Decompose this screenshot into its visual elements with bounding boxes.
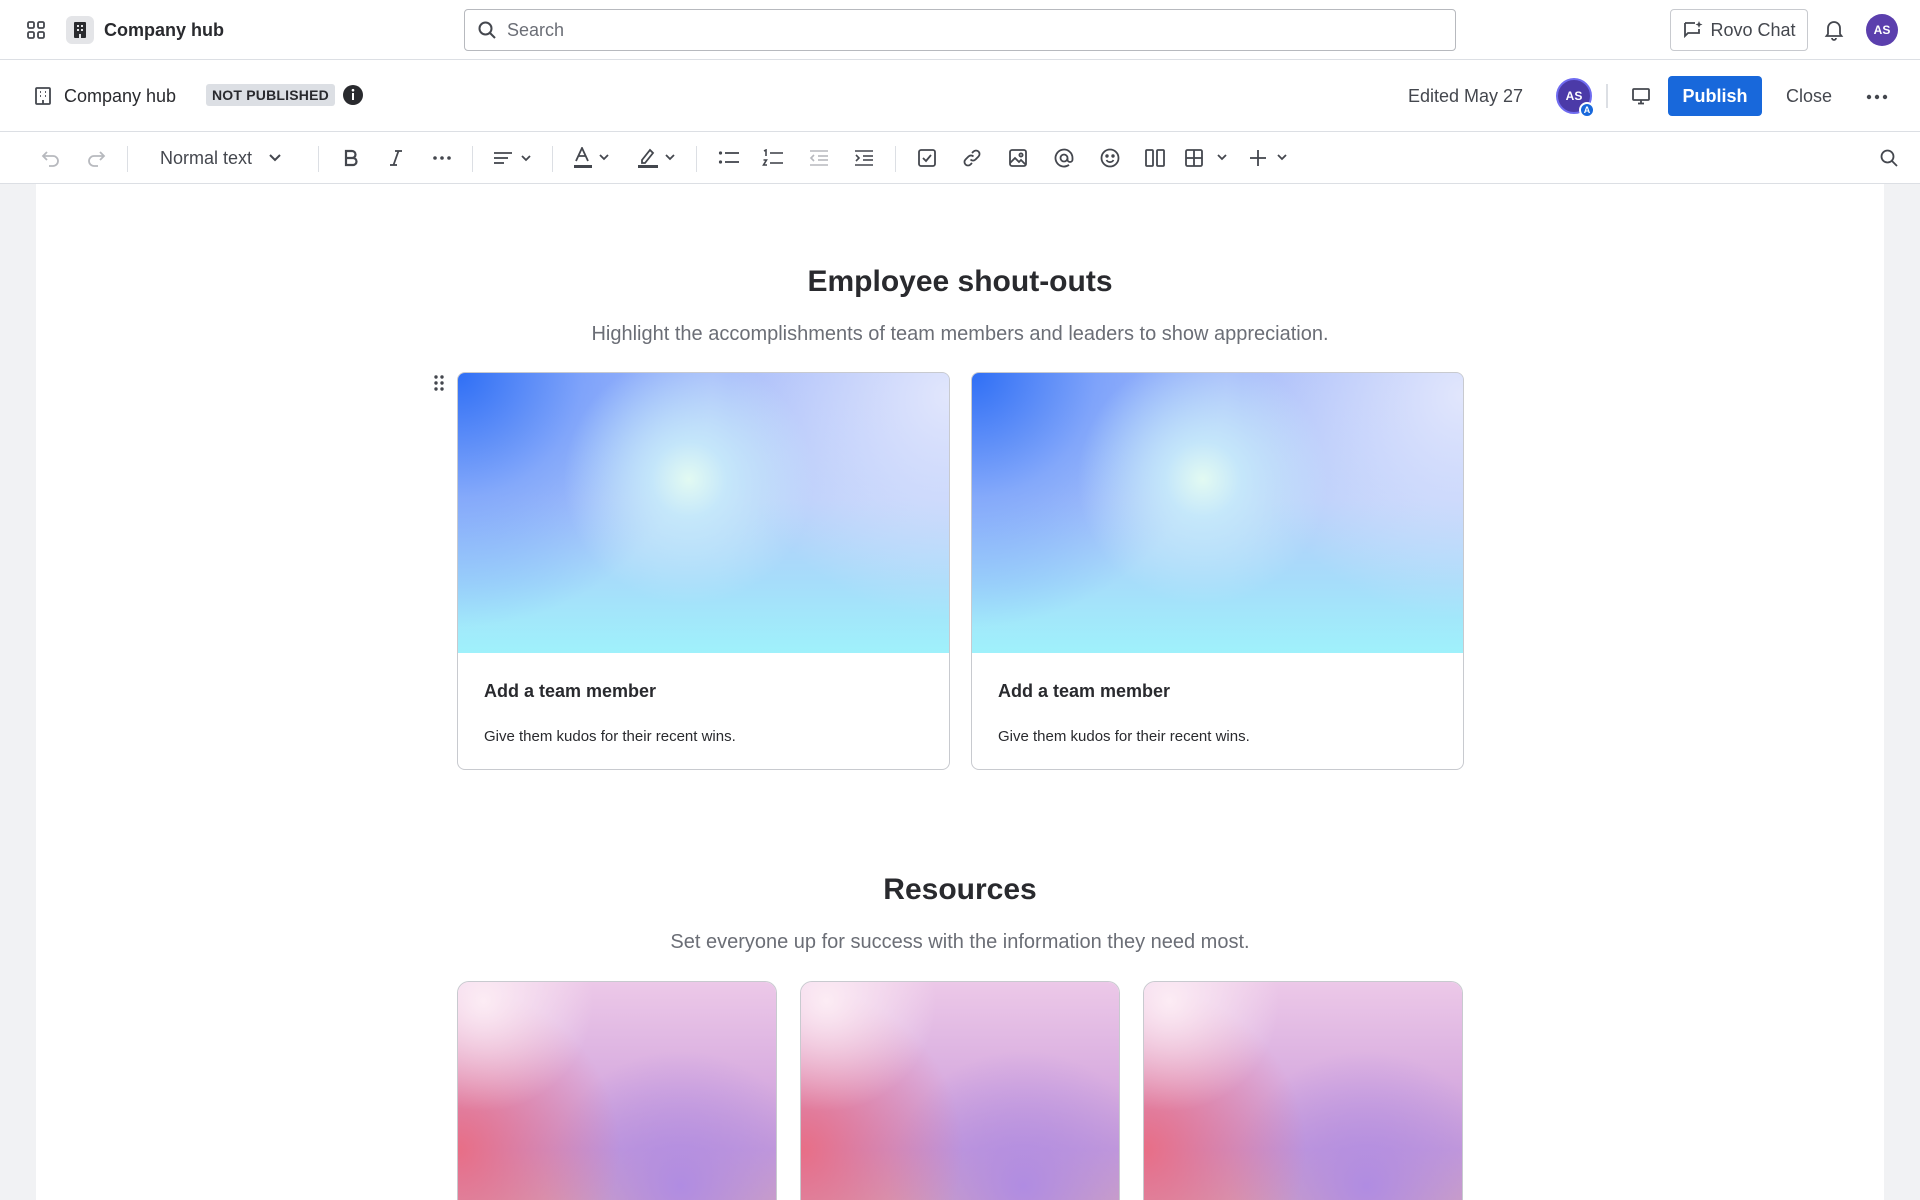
toolbar-divider	[696, 146, 697, 172]
rovo-chat-label: Rovo Chat	[1710, 19, 1796, 40]
rovo-chat-icon	[1682, 20, 1704, 40]
publish-button[interactable]: Publish	[1668, 76, 1762, 116]
indent-icon[interactable]	[851, 144, 877, 172]
numbered-list-icon[interactable]	[760, 144, 786, 172]
card-description: Give them kudos for their recent wins.	[998, 728, 1250, 745]
image-icon[interactable]	[1005, 144, 1031, 172]
mention-icon[interactable]	[1051, 144, 1077, 172]
drag-handle-icon[interactable]	[432, 374, 446, 392]
notifications-bell-icon[interactable]	[1820, 16, 1848, 44]
text-style-label: Normal text	[160, 147, 253, 168]
editor-toolbar: Normal text	[0, 132, 1920, 184]
toolbar-divider	[895, 146, 896, 172]
app-name: Company hub	[104, 19, 224, 40]
top-navigation: Company hub Rovo Chat AS	[0, 0, 1920, 60]
layouts-icon[interactable]	[1142, 144, 1168, 172]
text-color-icon[interactable]	[572, 144, 616, 172]
bullet-list-icon[interactable]	[716, 144, 742, 172]
outdent-icon[interactable]	[806, 144, 832, 172]
toolbar-divider	[552, 146, 553, 172]
card-cover-image	[458, 982, 776, 1200]
redo-icon[interactable]	[83, 144, 109, 172]
italic-icon[interactable]	[383, 144, 409, 172]
table-icon[interactable]	[1184, 144, 1230, 172]
undo-icon[interactable]	[38, 144, 64, 172]
info-icon[interactable]	[342, 84, 364, 106]
resource-card[interactable]	[1143, 981, 1463, 1200]
rovo-chat-button[interactable]: Rovo Chat	[1670, 9, 1808, 51]
link-icon[interactable]	[959, 144, 985, 172]
card-cover-image	[801, 982, 1119, 1200]
align-dropdown-icon[interactable]	[492, 144, 536, 172]
more-actions-icon[interactable]	[1862, 82, 1892, 112]
divider	[1606, 84, 1608, 108]
app-switcher-icon[interactable]	[22, 16, 50, 44]
shoutouts-heading: Employee shout-outs	[807, 265, 1113, 298]
emoji-icon[interactable]	[1097, 144, 1123, 172]
toolbar-divider	[127, 146, 128, 172]
breadcrumb-space-name: Company hub	[64, 85, 177, 106]
card-description: Give them kudos for their recent wins.	[484, 728, 736, 745]
task-checkbox-icon[interactable]	[914, 144, 940, 172]
preview-monitor-icon[interactable]	[1626, 80, 1656, 112]
find-icon[interactable]	[1876, 144, 1902, 172]
resource-card[interactable]	[457, 981, 777, 1200]
card-cover-image	[972, 373, 1463, 653]
page-header-bar: Company hub NOT PUBLISHED Edited May 27 …	[0, 60, 1920, 132]
shoutouts-subtitle: Highlight the accomplishments of team me…	[591, 323, 1329, 345]
resources-subtitle: Set everyone up for success with the inf…	[670, 931, 1250, 953]
card-title: Add a team member	[998, 681, 1171, 701]
breadcrumb[interactable]: Company hub	[34, 82, 176, 110]
toolbar-divider	[318, 146, 319, 172]
chevron-down-icon	[268, 153, 282, 163]
search-icon	[477, 20, 497, 40]
building-icon	[66, 16, 94, 44]
shoutout-card[interactable]: Add a team member Give them kudos for th…	[971, 372, 1464, 770]
resource-card[interactable]	[800, 981, 1120, 1200]
toolbar-divider	[472, 146, 473, 172]
search-input[interactable]	[507, 19, 1407, 41]
insert-element-icon[interactable]	[1248, 144, 1294, 172]
last-edited-text[interactable]: Edited May 27	[1408, 86, 1523, 107]
shoutout-card[interactable]: Add a team member Give them kudos for th…	[457, 372, 950, 770]
status-badge: NOT PUBLISHED	[206, 84, 335, 106]
building-outline-icon	[34, 86, 52, 106]
card-cover-image	[458, 373, 949, 653]
bold-icon[interactable]	[338, 144, 364, 172]
card-title: Add a team member	[484, 681, 657, 701]
highlight-icon[interactable]	[636, 144, 680, 172]
user-avatar[interactable]: AS	[1866, 14, 1898, 46]
card-cover-image	[1144, 982, 1462, 1200]
app-brand[interactable]: Company hub	[66, 15, 224, 45]
close-button[interactable]: Close	[1774, 76, 1844, 116]
collaborator-badge: A	[1579, 102, 1595, 118]
resources-heading: Resources	[883, 873, 1037, 906]
text-style-dropdown[interactable]: Normal text	[160, 144, 282, 172]
search-bar[interactable]	[464, 9, 1456, 51]
more-formatting-icon[interactable]	[428, 144, 456, 172]
